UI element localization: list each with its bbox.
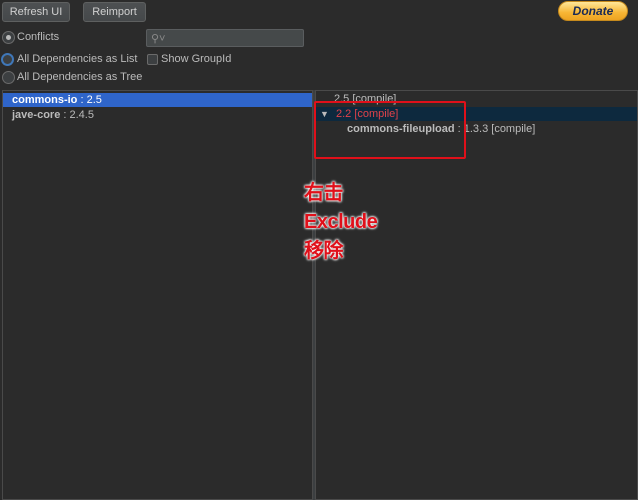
- annotation-text-remove: 移除: [304, 240, 344, 262]
- refresh-ui-button[interactable]: Refresh UI: [2, 2, 70, 22]
- dependency-version: : 2.4.5: [63, 109, 94, 121]
- conflicts-radio[interactable]: [2, 31, 15, 44]
- annotation-box: [314, 101, 466, 159]
- show-groupid-checkbox[interactable]: [147, 54, 158, 65]
- show-groupid-label: Show GroupId: [161, 53, 232, 65]
- annotation-text-exclude: Exclude: [304, 211, 378, 233]
- search-icon: ⚲˅: [151, 33, 166, 45]
- annotation-text-right-click: 右击: [304, 182, 344, 204]
- dependency-name: jave-core: [12, 109, 61, 121]
- reimport-button[interactable]: Reimport: [83, 2, 146, 22]
- dependency-name: commons-io: [12, 94, 78, 106]
- donate-button[interactable]: Donate: [558, 1, 628, 21]
- tree-child-version: : 1.3.3 [compile]: [457, 123, 536, 135]
- list-item[interactable]: jave-core : 2.4.5: [3, 108, 312, 122]
- list-item[interactable]: commons-io : 2.5: [3, 93, 312, 107]
- conflicts-label: Conflicts: [17, 31, 60, 43]
- all-list-label: All Dependencies as List: [17, 53, 138, 65]
- all-list-radio[interactable]: [1, 53, 14, 66]
- search-input[interactable]: ⚲˅: [146, 29, 304, 47]
- dependency-version: : 2.5: [80, 94, 102, 106]
- all-tree-radio[interactable]: [2, 71, 15, 84]
- all-tree-label: All Dependencies as Tree: [17, 71, 143, 83]
- dependency-list-panel: commons-io : 2.5 jave-core : 2.4.5: [2, 90, 313, 500]
